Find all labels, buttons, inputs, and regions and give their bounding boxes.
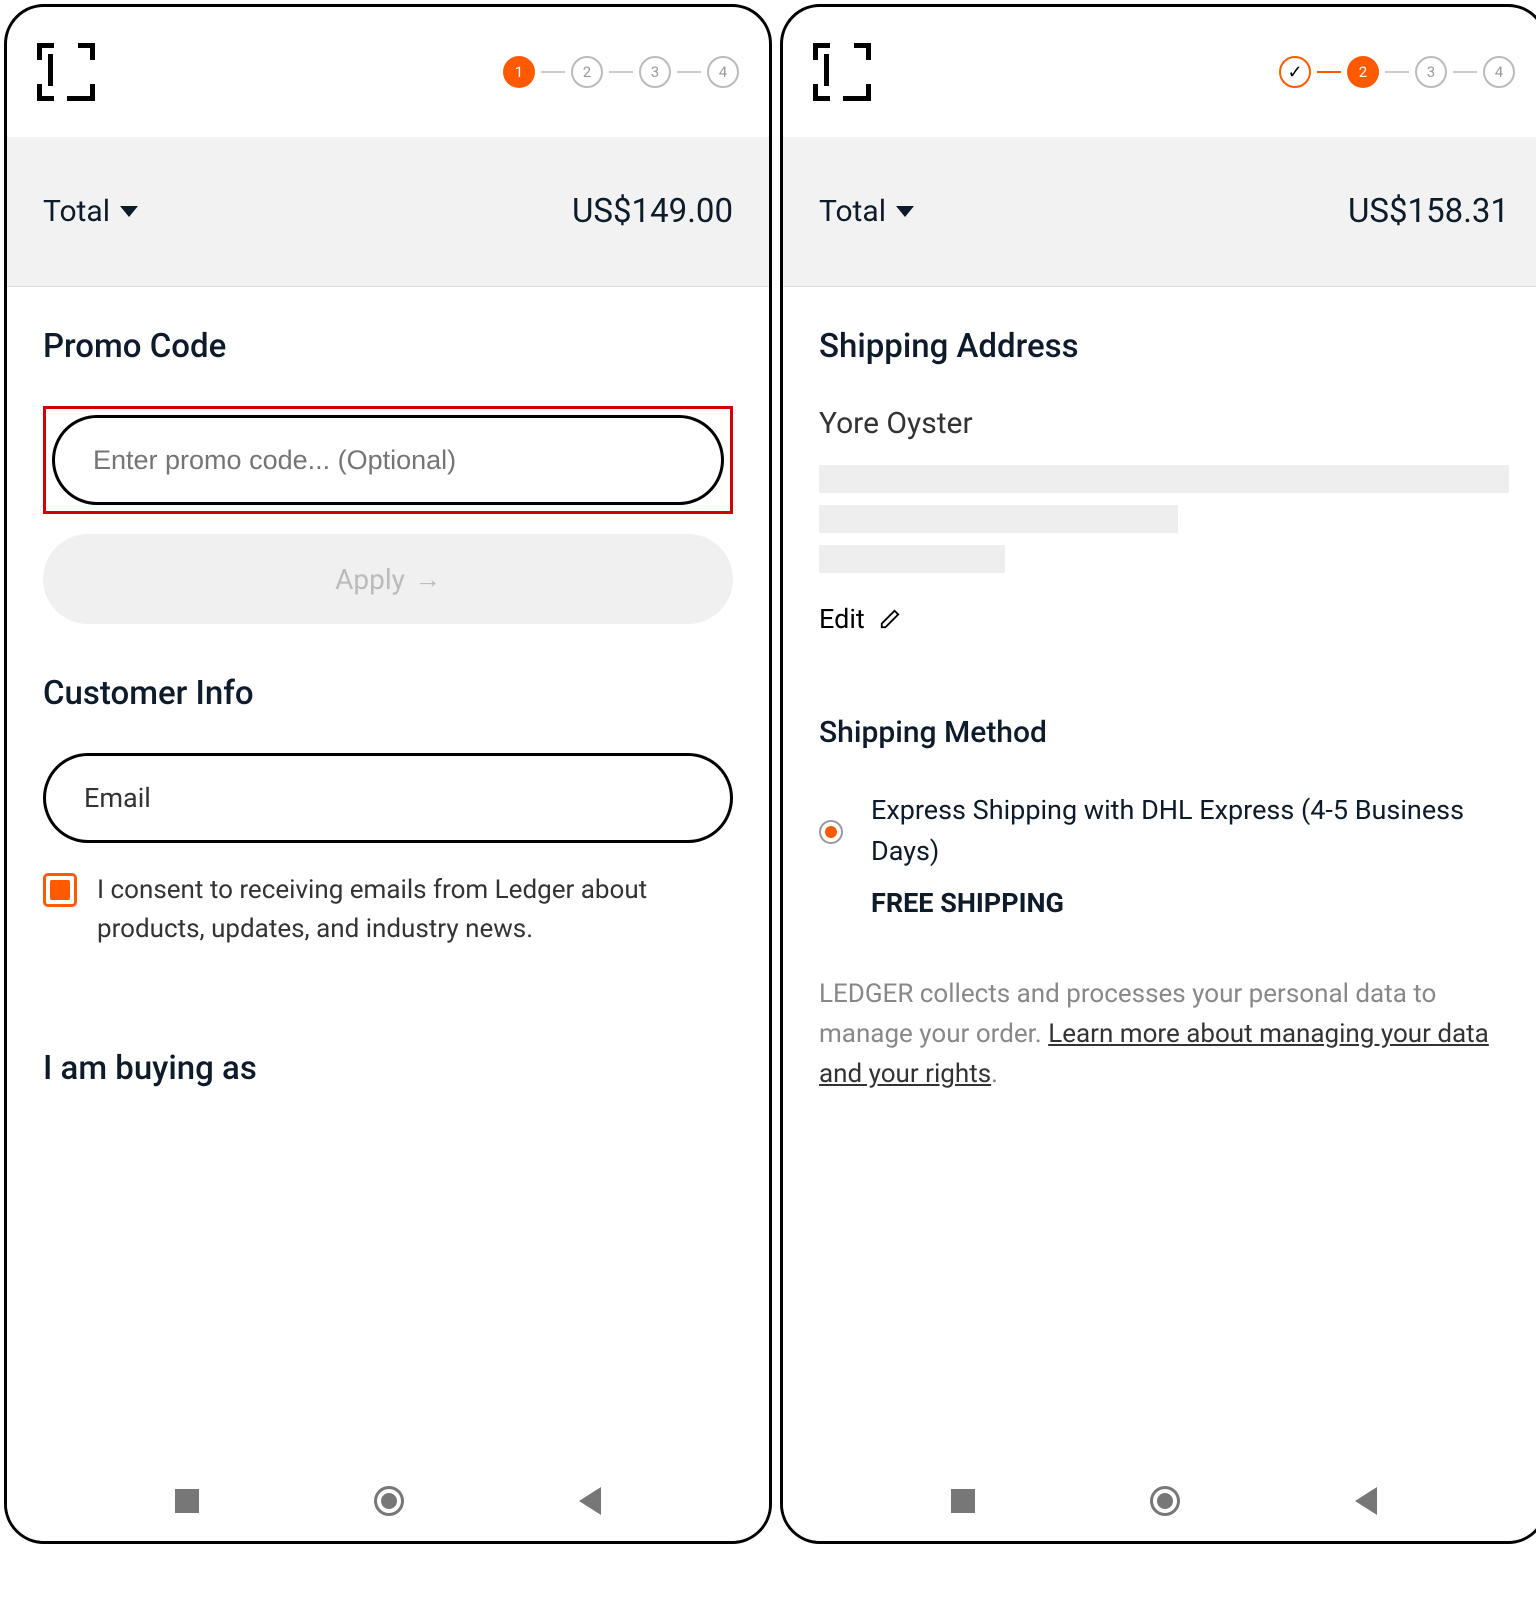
total-bar[interactable]: Total US$149.00	[7, 137, 769, 287]
step-3[interactable]: 3	[639, 56, 671, 88]
ledger-logo-icon	[37, 43, 95, 101]
address-line-redacted	[819, 465, 1509, 493]
android-nav-bar	[783, 1461, 1536, 1541]
nav-home-icon[interactable]	[1150, 1486, 1180, 1516]
buying-as-title: I am buying as	[43, 1049, 733, 1088]
shipping-address-title: Shipping Address	[819, 327, 1509, 366]
ledger-logo-icon	[813, 43, 871, 101]
promo-code-input[interactable]	[52, 415, 724, 505]
phone-left: 1 2 3 4 Total US$149.00 Promo Code Apply…	[4, 4, 772, 1544]
chevron-down-icon	[896, 206, 914, 217]
chevron-down-icon	[120, 206, 138, 217]
customer-info-title: Customer Info	[43, 674, 733, 713]
shipping-name: Yore Oyster	[819, 406, 1509, 441]
total-label: Total	[819, 194, 886, 229]
nav-recents-icon[interactable]	[175, 1489, 199, 1513]
step-2[interactable]: 2	[571, 56, 603, 88]
total-value: US$158.31	[1348, 192, 1509, 231]
step-1[interactable]: 1	[503, 56, 535, 88]
android-nav-bar	[7, 1461, 769, 1541]
step-3[interactable]: 3	[1415, 56, 1447, 88]
step-2[interactable]: 2	[1347, 56, 1379, 88]
consent-label: I consent to receiving emails from Ledge…	[97, 871, 733, 949]
consent-checkbox[interactable]	[43, 873, 77, 907]
edit-address-button[interactable]: Edit	[819, 603, 1509, 635]
total-label: Total	[43, 194, 110, 229]
privacy-disclaimer: LEDGER collects and processes your perso…	[783, 934, 1536, 1135]
address-line-redacted	[819, 505, 1178, 533]
total-value: US$149.00	[572, 192, 733, 231]
nav-recents-icon[interactable]	[951, 1489, 975, 1513]
pencil-icon	[879, 608, 901, 630]
step-4[interactable]: 4	[707, 56, 739, 88]
address-line-redacted	[819, 545, 1005, 573]
free-shipping-label: FREE SHIPPING	[871, 883, 1509, 924]
step-1[interactable]: ✓	[1279, 56, 1311, 88]
nav-back-icon[interactable]	[579, 1487, 601, 1515]
apply-button[interactable]: Apply →	[43, 534, 733, 624]
step-4[interactable]: 4	[1483, 56, 1515, 88]
promo-code-title: Promo Code	[43, 327, 733, 366]
shipping-method-name: Express Shipping with DHL Express (4-5 B…	[871, 790, 1509, 871]
email-field[interactable]: Email	[43, 753, 733, 843]
checkout-stepper: ✓ 2 3 4	[1279, 56, 1515, 88]
promo-highlight	[43, 406, 733, 514]
check-icon: ✓	[1287, 62, 1302, 83]
header: 1 2 3 4	[7, 7, 769, 137]
shipping-method-title: Shipping Method	[819, 715, 1509, 750]
shipping-radio[interactable]	[819, 820, 843, 844]
arrow-right-icon: →	[415, 564, 441, 595]
header: ✓ 2 3 4	[783, 7, 1536, 137]
phone-right: ✓ 2 3 4 Total US$158.31 Shipping Address…	[780, 4, 1536, 1544]
nav-back-icon[interactable]	[1355, 1487, 1377, 1515]
total-bar[interactable]: Total US$158.31	[783, 137, 1536, 287]
shipping-option[interactable]: Express Shipping with DHL Express (4-5 B…	[819, 790, 1509, 924]
checkout-stepper: 1 2 3 4	[503, 56, 739, 88]
nav-home-icon[interactable]	[374, 1486, 404, 1516]
